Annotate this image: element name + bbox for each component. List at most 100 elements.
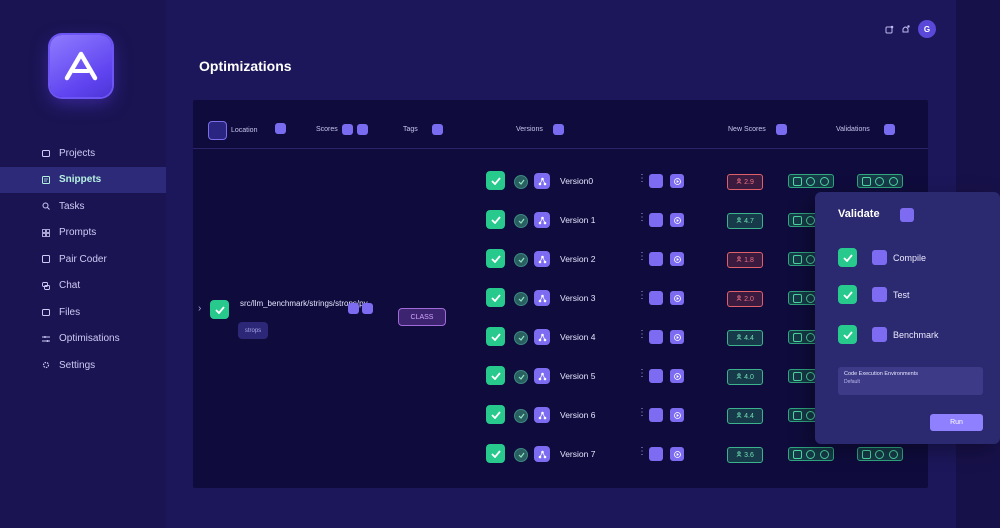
run-button[interactable]: Run [930, 414, 983, 431]
sidebar-item-prompts[interactable]: Prompts [0, 220, 166, 247]
more-icon[interactable]: ⋮ [637, 174, 647, 184]
env-select[interactable]: Code Execution Environments Default [838, 367, 983, 395]
open-icon[interactable] [362, 303, 373, 314]
compile-icon [793, 332, 803, 342]
node-icon[interactable] [534, 173, 550, 189]
play-icon[interactable] [670, 408, 684, 422]
option-checkbox[interactable] [838, 285, 857, 304]
version-label[interactable]: Version 3 [560, 293, 595, 303]
validation-actions[interactable] [788, 174, 834, 188]
validation-status[interactable] [857, 174, 903, 188]
node-icon[interactable] [534, 212, 550, 228]
row-checkbox[interactable] [210, 300, 229, 319]
version-label[interactable]: Version 7 [560, 449, 595, 459]
play-icon[interactable] [670, 252, 684, 266]
filter-icon[interactable] [775, 124, 787, 135]
sort-icon[interactable] [356, 124, 368, 135]
filter-icon[interactable] [275, 123, 286, 134]
play-icon[interactable] [670, 447, 684, 461]
validation-actions[interactable] [788, 447, 834, 461]
validate-option-test[interactable]: Test [838, 285, 910, 304]
play-icon[interactable] [670, 213, 684, 227]
option-checkbox[interactable] [838, 325, 857, 344]
version-label[interactable]: Version0 [560, 176, 593, 186]
validate-option-compile[interactable]: Compile [838, 248, 926, 267]
more-icon[interactable]: ⋮ [637, 369, 647, 379]
validation-status[interactable] [857, 447, 903, 461]
sidebar-item-chat[interactable]: Chat [0, 273, 166, 300]
tag-badge[interactable]: strops [238, 322, 268, 339]
filter-icon[interactable] [431, 124, 443, 135]
filter-icon[interactable] [552, 124, 564, 135]
copy-icon[interactable] [649, 252, 663, 266]
bell-icon[interactable] [900, 24, 910, 34]
option-checkbox[interactable] [838, 248, 857, 267]
copy-icon[interactable] [649, 291, 663, 305]
version-checkbox[interactable] [486, 366, 505, 385]
play-icon[interactable] [670, 291, 684, 305]
select-all-checkbox[interactable] [208, 121, 227, 140]
gear-icon[interactable] [900, 208, 914, 222]
refresh-icon [888, 176, 898, 186]
chevron-right-icon[interactable]: › [198, 303, 201, 314]
version-checkbox[interactable] [486, 288, 505, 307]
header-versions: Versions [516, 124, 564, 135]
filter-icon[interactable] [883, 124, 895, 135]
snippet-path[interactable]: src/llm_benchmark/strings/strops/py [240, 299, 368, 309]
node-icon[interactable] [534, 290, 550, 306]
more-icon[interactable]: ⋮ [637, 408, 647, 418]
copy-icon[interactable] [348, 303, 359, 314]
person-icon [736, 256, 742, 264]
filter-icon[interactable] [341, 124, 353, 135]
version-checkbox[interactable] [486, 444, 505, 463]
sidebar-item-snippets[interactable]: Snippets [0, 166, 166, 193]
node-icon[interactable] [534, 446, 550, 462]
node-icon[interactable] [534, 329, 550, 345]
validate-option-benchmark[interactable]: Benchmark [838, 325, 939, 344]
copy-icon[interactable] [649, 369, 663, 383]
node-icon[interactable] [534, 368, 550, 384]
status-check-icon [514, 175, 528, 189]
version-label[interactable]: Version 4 [560, 332, 595, 342]
header-scores: Scores [316, 124, 368, 135]
app-logo[interactable] [50, 35, 112, 97]
version-label[interactable]: Version 5 [560, 371, 595, 381]
logo-a-icon [64, 51, 98, 81]
more-icon[interactable]: ⋮ [637, 291, 647, 301]
version-checkbox[interactable] [486, 327, 505, 346]
version-label[interactable]: Version 1 [560, 215, 595, 225]
version-label[interactable]: Version 6 [560, 410, 595, 420]
play-icon[interactable] [670, 174, 684, 188]
sidebar-item-pair-coder[interactable]: Pair Coder [0, 246, 166, 273]
copy-icon[interactable] [649, 330, 663, 344]
sidebar-item-tasks[interactable]: Tasks [0, 193, 166, 220]
node-icon[interactable] [534, 251, 550, 267]
sidebar-item-files[interactable]: Files [0, 299, 166, 326]
compile-icon [793, 410, 803, 420]
more-icon[interactable]: ⋮ [637, 330, 647, 340]
sidebar-item-projects[interactable]: Projects [0, 140, 166, 167]
version-label[interactable]: Version 2 [560, 254, 595, 264]
sidebar-item-optimisations[interactable]: Optimisations [0, 326, 166, 353]
score-badge: 3.6 [727, 447, 763, 463]
more-icon[interactable]: ⋮ [637, 213, 647, 223]
more-icon[interactable]: ⋮ [637, 447, 647, 457]
more-icon[interactable]: ⋮ [637, 252, 647, 262]
copy-icon[interactable] [649, 408, 663, 422]
version-checkbox[interactable] [486, 405, 505, 424]
avatar[interactable]: G [918, 20, 936, 38]
validate-popup: Validate Compile Test Benchmark Code Execu… [815, 192, 1000, 444]
share-icon[interactable] [884, 24, 894, 34]
version-checkbox[interactable] [486, 171, 505, 190]
copy-icon[interactable] [649, 174, 663, 188]
sidebar-item-settings[interactable]: Settings [0, 352, 166, 379]
snippet-icon [42, 175, 50, 184]
play-icon[interactable] [670, 369, 684, 383]
play-icon[interactable] [670, 330, 684, 344]
version-checkbox[interactable] [486, 249, 505, 268]
version-checkbox[interactable] [486, 210, 505, 229]
copy-icon[interactable] [649, 447, 663, 461]
node-icon[interactable] [534, 407, 550, 423]
copy-icon[interactable] [649, 213, 663, 227]
check-icon [490, 328, 501, 346]
